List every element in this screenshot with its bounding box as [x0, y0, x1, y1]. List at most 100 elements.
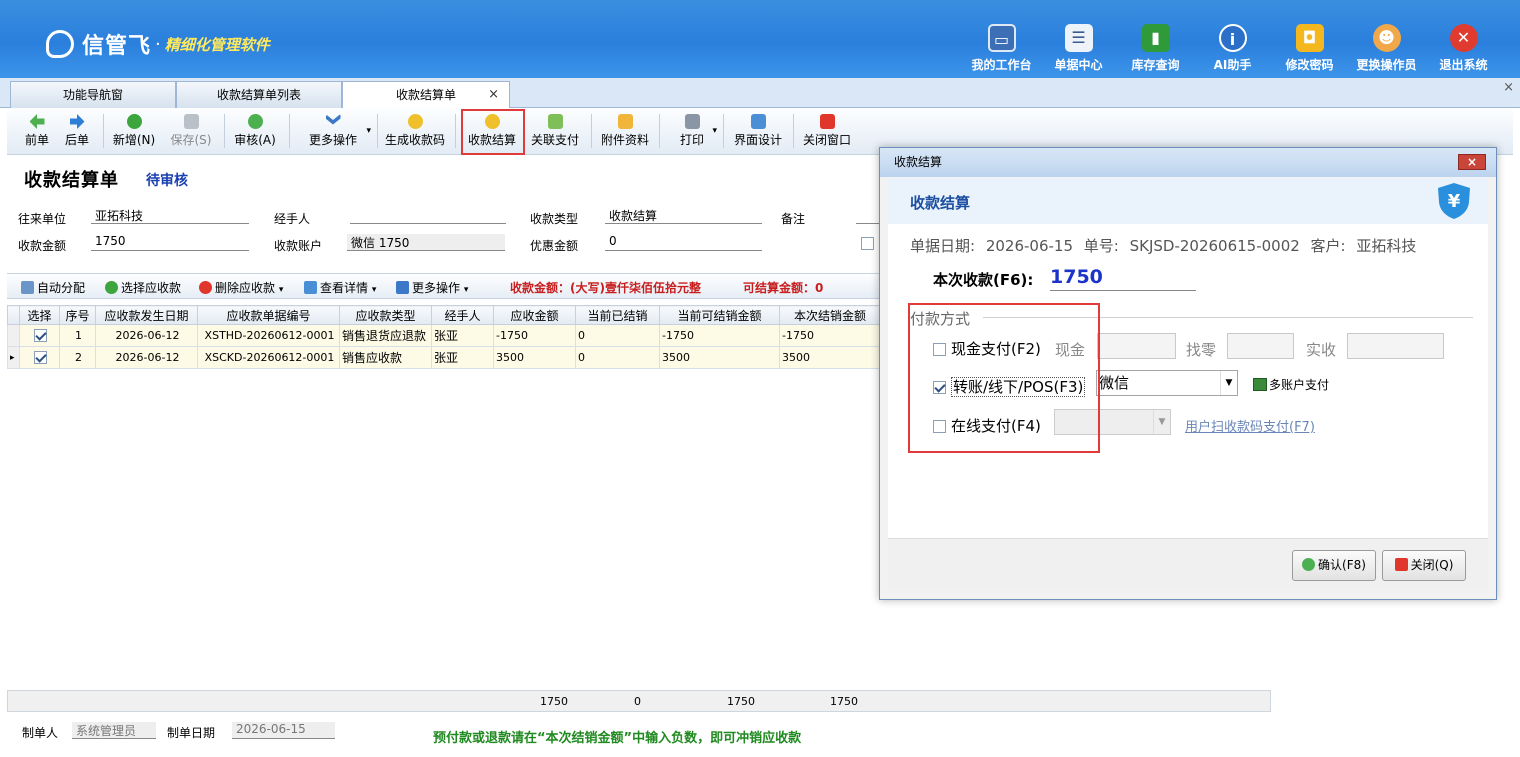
nav-workbench[interactable]: ▭ 我的工作台 [963, 24, 1040, 73]
select-cell[interactable] [19, 346, 60, 369]
tab-close-icon[interactable]: × [488, 82, 499, 108]
totals-row: 1750 0 1750 1750 [7, 690, 1271, 712]
auto-allocate-button[interactable]: 自动分配 [21, 279, 85, 296]
ui-design-button[interactable]: 界面设计 [729, 112, 787, 152]
amount-label: 收款金额 [18, 239, 67, 253]
save-button[interactable]: 保存(S) [166, 112, 216, 152]
discount-label: 优惠金额 [530, 239, 579, 253]
account-label: 收款账户 [274, 239, 323, 253]
this-amount-field[interactable]: 1750 [1050, 266, 1196, 291]
hint-text: 预付款或退款请在“本次结销金额”中输入负数，即可冲销应收款 [433, 731, 802, 746]
row-header-cell [7, 324, 20, 347]
dialog-cancel-label: 关闭(Q) [1410, 558, 1454, 572]
grid-more-button[interactable]: 更多操作 ▾ [396, 279, 468, 296]
link-payment-button[interactable]: 关联支付 [527, 112, 583, 152]
delete-icon [199, 281, 212, 294]
received-input[interactable] [1347, 333, 1444, 359]
column-header[interactable]: 经手人 [431, 305, 494, 325]
delete-receivable-button[interactable]: 删除应收款 ▾ [199, 279, 283, 296]
audit-label: 审核(A) [234, 133, 276, 147]
shield-glyph: ¥ [1448, 191, 1461, 212]
amount-cell: 3500 [493, 346, 576, 369]
arrow-right-icon [69, 114, 85, 129]
print-button[interactable]: 打印 ▾ [667, 112, 717, 152]
option-checkbox[interactable] [861, 237, 874, 250]
tab-settlement-list[interactable]: 收款结算单列表 [176, 81, 342, 108]
account-field[interactable]: 微信 1750 [347, 234, 505, 251]
available-amount-text: 可结算金额：0 [743, 281, 824, 295]
column-header[interactable]: 本次结销金额 [779, 305, 881, 325]
column-header[interactable]: 当前已结销 [575, 305, 660, 325]
type-field[interactable]: 收款结算 [605, 207, 762, 224]
tab-settlement-form[interactable]: 收款结算单 × [342, 81, 510, 109]
handler-field[interactable] [350, 207, 506, 224]
select-receivable-button[interactable]: 选择应收款 [105, 279, 181, 296]
payment-highlight-box [908, 303, 1100, 453]
column-header[interactable]: 应收款发生日期 [95, 305, 198, 325]
tab-navigation[interactable]: 功能导航窗 [10, 81, 176, 108]
logo-name: 信管飞 [82, 34, 152, 59]
discount-field[interactable]: 0 [605, 234, 762, 251]
close-window-button[interactable]: 关闭窗口 [799, 112, 855, 152]
row-checkbox[interactable] [34, 329, 47, 343]
delete-receivable-label: 删除应收款 [215, 281, 276, 295]
nav-exit[interactable]: ✕ 退出系统 [1425, 24, 1502, 73]
multi-account-button[interactable]: 多账户支付 [1253, 376, 1329, 393]
ui-design-label: 界面设计 [733, 133, 782, 147]
column-header[interactable]: 序号 [59, 305, 96, 325]
more-actions-button[interactable]: 更多操作 ▾ [295, 112, 371, 152]
this-settle-cell[interactable]: -1750 [779, 324, 881, 347]
dialog-close-icon[interactable]: × [1458, 154, 1486, 170]
detail-icon [304, 281, 317, 294]
nav-ai-assistant[interactable]: i AI助手 [1194, 24, 1271, 73]
row-checkbox[interactable] [34, 351, 47, 365]
more-actions-label: 更多操作 [308, 133, 357, 147]
partner-field[interactable]: 亚拓科技 [91, 207, 249, 224]
doc-no-cell: XSTHD-20260612-0001 [197, 324, 340, 347]
transfer-account-select[interactable]: 微信 ▼ [1096, 370, 1238, 396]
attachment-label: 附件资料 [600, 133, 649, 147]
column-header[interactable]: 应收款类型 [339, 305, 432, 325]
select-receivable-label: 选择应收款 [121, 281, 182, 295]
cash-input[interactable] [1097, 333, 1176, 359]
nav-switch-operator[interactable]: ☻ 更换操作员 [1348, 24, 1425, 73]
dialog-title: 收款结算 [910, 194, 971, 212]
select-cell[interactable] [19, 324, 60, 347]
view-detail-button[interactable]: 查看详情 ▾ [304, 279, 376, 296]
logo-slogan: 精细化管理软件 [164, 35, 270, 54]
column-header[interactable]: 选择 [19, 305, 60, 325]
table-row[interactable]: ▸ 2 2026-06-12 XSCKD-20260612-0001 销售应收款… [7, 346, 881, 369]
column-header[interactable]: 应收金额 [493, 305, 576, 325]
lock-icon: ◘ [1295, 24, 1324, 52]
column-header[interactable]: 当前可结销金额 [659, 305, 780, 325]
amount-uppercase-text: 收款金额：(大写)壹仟柒佰伍拾元整 [510, 281, 701, 295]
print-label: 打印 [679, 133, 704, 147]
window-close-icon[interactable]: × [1503, 80, 1514, 95]
new-button[interactable]: 新增(N) [108, 112, 160, 152]
tab-label: 收款结算单 [395, 88, 456, 102]
nav-label: 单据中心 [1054, 58, 1103, 72]
type-cell: 销售退货应退款 [339, 324, 432, 347]
scan-pay-link[interactable]: 用户扫收款码支付(F7) [1185, 416, 1315, 435]
this-settle-cell[interactable]: 3500 [779, 346, 881, 369]
nav-inventory[interactable]: ▮ 库存查询 [1117, 24, 1194, 73]
maker-label: 制单人 [22, 726, 59, 740]
next-doc-button[interactable]: 后单 [59, 112, 95, 152]
chevron-down-icon: ▼ [1220, 371, 1237, 395]
attachment-button[interactable]: 附件资料 [597, 112, 653, 152]
change-input[interactable] [1227, 333, 1294, 359]
table-row[interactable]: 1 2026-06-12 XSTHD-20260612-0001 销售退货应退款… [7, 324, 881, 347]
remark-field[interactable] [856, 207, 880, 224]
column-header[interactable]: 应收款单据编号 [197, 305, 340, 325]
nav-document-center[interactable]: ☰ 单据中心 [1040, 24, 1117, 73]
layout-icon [750, 114, 766, 129]
prev-doc-button[interactable]: 前单 [19, 112, 55, 152]
nav-change-password[interactable]: ◘ 修改密码 [1271, 24, 1348, 73]
generate-code-button[interactable]: 生成收款码 [383, 112, 447, 152]
amount-field[interactable]: 1750 [91, 234, 249, 251]
check-icon [1302, 558, 1316, 571]
dialog-cancel-button[interactable]: 关闭(Q) [1382, 550, 1466, 581]
audit-button[interactable]: 审核(A) [229, 112, 281, 152]
printer-icon [684, 114, 700, 129]
confirm-button[interactable]: 确认(F8) [1292, 550, 1376, 581]
